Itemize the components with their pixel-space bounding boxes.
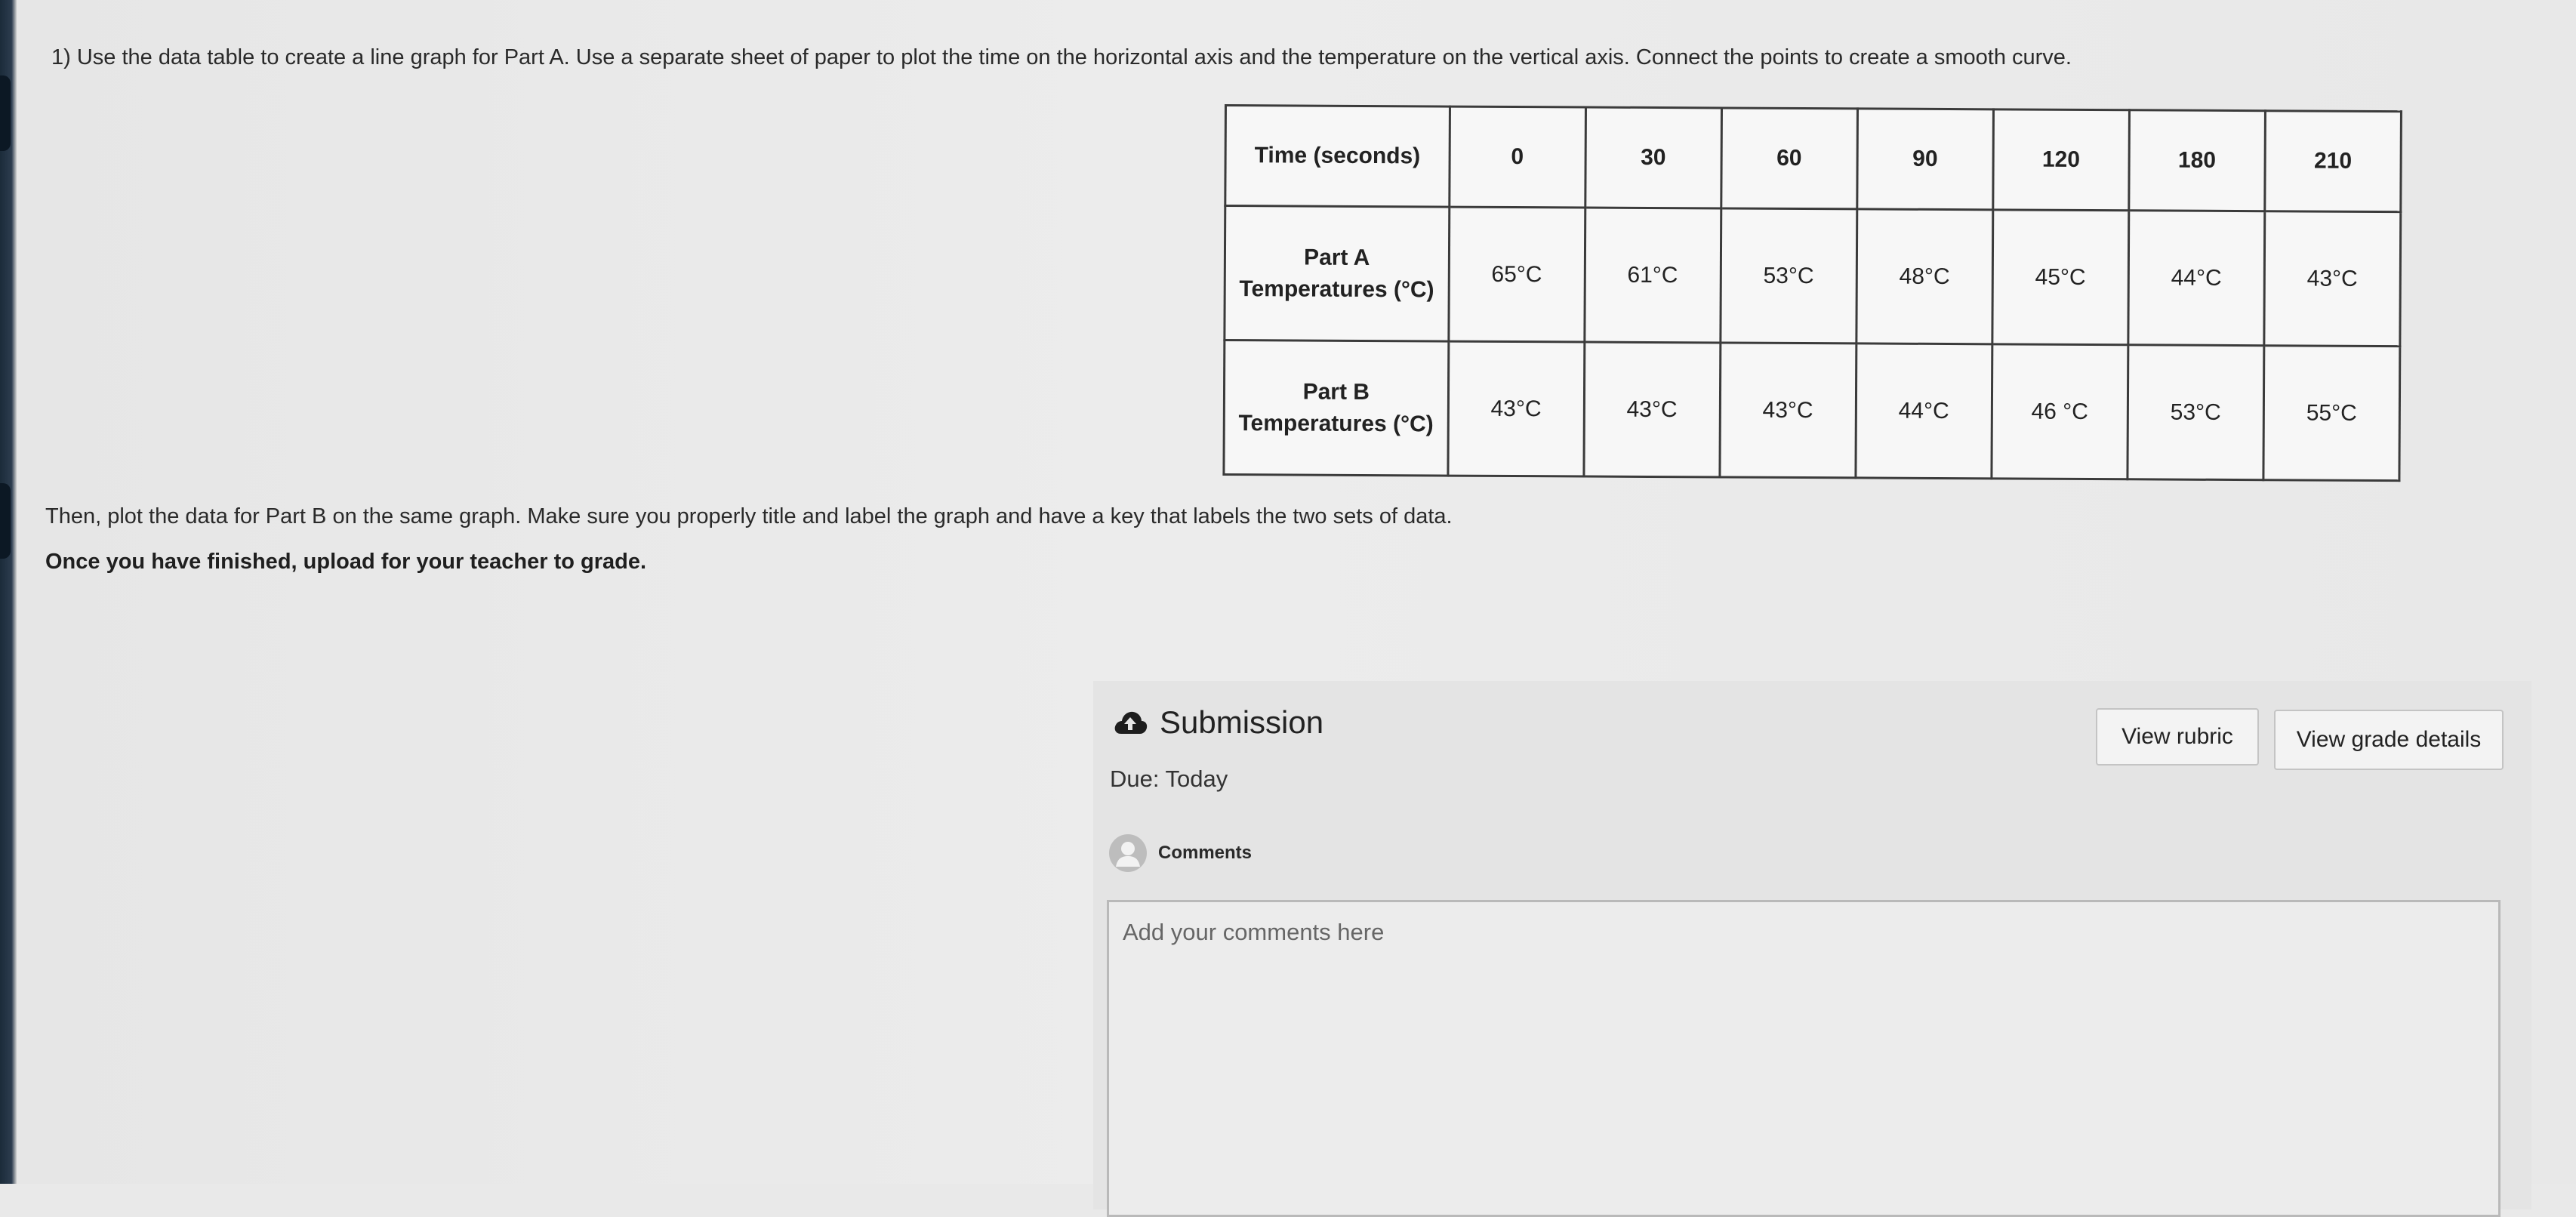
submission-title: Submission bbox=[1160, 704, 1324, 740]
part-b-cell: 43°C bbox=[1719, 342, 1857, 478]
part-a-cell: 45°C bbox=[1992, 209, 2129, 345]
part-a-cell: 44°C bbox=[2128, 210, 2265, 346]
time-cell: 210 bbox=[2264, 110, 2402, 212]
time-row: Time (seconds) 0 30 60 90 120 180 210 bbox=[1225, 105, 2402, 212]
screen-bezel bbox=[0, 0, 17, 1184]
part-b-label: Part B Temperatures (°C) bbox=[1223, 340, 1449, 476]
view-rubric-button[interactable]: View rubric bbox=[2096, 708, 2259, 766]
time-cell: 0 bbox=[1449, 106, 1586, 208]
time-cell: 90 bbox=[1857, 108, 1994, 210]
upload-instructions: Once you have finished, upload for your … bbox=[45, 550, 647, 574]
avatar bbox=[1108, 833, 1148, 873]
part-b-cell: 43°C bbox=[1583, 341, 1721, 477]
part-a-row: Part A Temperatures (°C) 65°C 61°C 53°C … bbox=[1224, 205, 2401, 347]
part-b-instructions: Then, plot the data for Part B on the sa… bbox=[45, 504, 1453, 528]
part-b-label-line2: Temperatures (°C) bbox=[1238, 410, 1434, 436]
part-a-label-line2: Temperatures (°C) bbox=[1239, 276, 1434, 302]
question-text: 1) Use the data table to create a line g… bbox=[51, 45, 2072, 69]
data-table: Time (seconds) 0 30 60 90 120 180 210 Pa… bbox=[1222, 104, 2402, 482]
view-grade-details-button[interactable]: View grade details bbox=[2274, 710, 2504, 770]
time-cell: 120 bbox=[1992, 109, 2130, 211]
comments-header: Comments bbox=[1108, 833, 1252, 873]
time-cell: 30 bbox=[1585, 107, 1722, 208]
time-cell: 180 bbox=[2128, 109, 2266, 211]
part-a-label-line1: Part A bbox=[1304, 245, 1370, 270]
part-a-cell: 53°C bbox=[1720, 208, 1857, 344]
part-a-cell: 48°C bbox=[1856, 208, 1993, 344]
part-a-cell: 61°C bbox=[1584, 208, 1721, 343]
part-b-cell: 55°C bbox=[2263, 345, 2400, 481]
part-b-cell: 44°C bbox=[1855, 343, 1992, 479]
bezel-notch bbox=[0, 483, 11, 559]
comment-input[interactable] bbox=[1107, 900, 2501, 1217]
part-a-cell: 65°C bbox=[1448, 207, 1585, 342]
part-a-cell: 43°C bbox=[2263, 211, 2401, 347]
part-b-row: Part B Temperatures (°C) 43°C 43°C 43°C … bbox=[1223, 340, 2400, 481]
submission-header: Submission bbox=[1111, 704, 1323, 741]
part-a-label: Part A Temperatures (°C) bbox=[1224, 205, 1450, 342]
upload-cloud-icon bbox=[1111, 704, 1149, 741]
part-b-cell: 46 °C bbox=[1991, 344, 2128, 479]
time-cell: 60 bbox=[1721, 107, 1858, 209]
part-b-cell: 43°C bbox=[1447, 341, 1585, 476]
comments-label: Comments bbox=[1158, 843, 1253, 863]
assignment-page: 1) Use the data table to create a line g… bbox=[0, 0, 2576, 1217]
part-b-cell: 53°C bbox=[2127, 344, 2264, 480]
bezel-notch bbox=[0, 75, 11, 151]
part-b-label-line1: Part B bbox=[1302, 379, 1370, 405]
due-date: Due: Today bbox=[1110, 766, 1228, 792]
time-header: Time (seconds) bbox=[1225, 105, 1450, 208]
